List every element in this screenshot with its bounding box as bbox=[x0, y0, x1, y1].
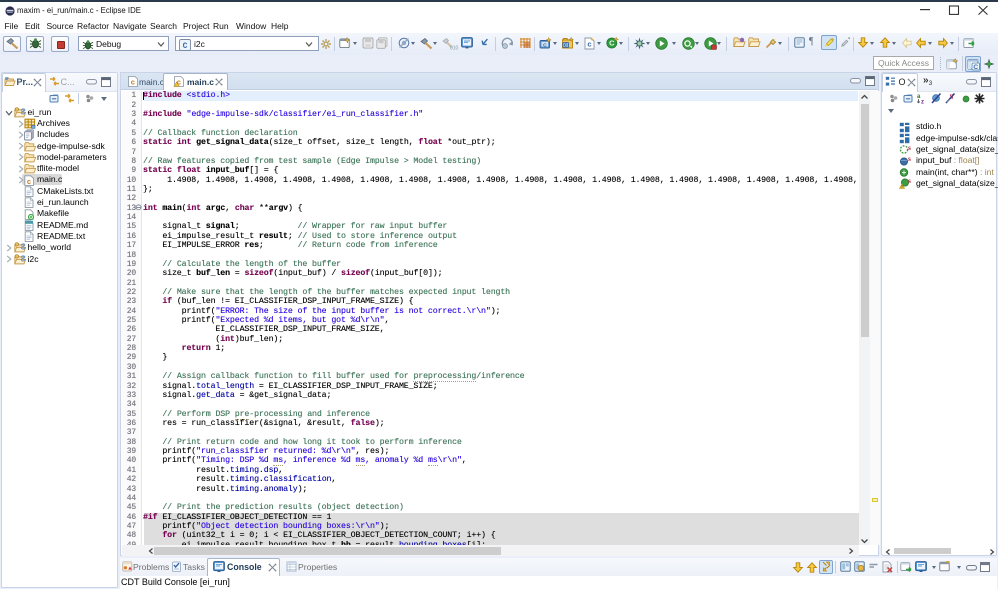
svg-text:z: z bbox=[921, 100, 924, 106]
svg-text:C: C bbox=[543, 42, 547, 48]
svg-text:C: C bbox=[564, 43, 568, 49]
svg-text:c: c bbox=[27, 177, 31, 186]
svg-text:C: C bbox=[609, 39, 615, 48]
svg-text:C: C bbox=[973, 63, 978, 70]
svg-text:C: C bbox=[183, 42, 188, 51]
svg-text:010: 010 bbox=[450, 46, 459, 52]
svg-text:c: c bbox=[587, 39, 591, 48]
svg-text:c: c bbox=[130, 78, 134, 87]
